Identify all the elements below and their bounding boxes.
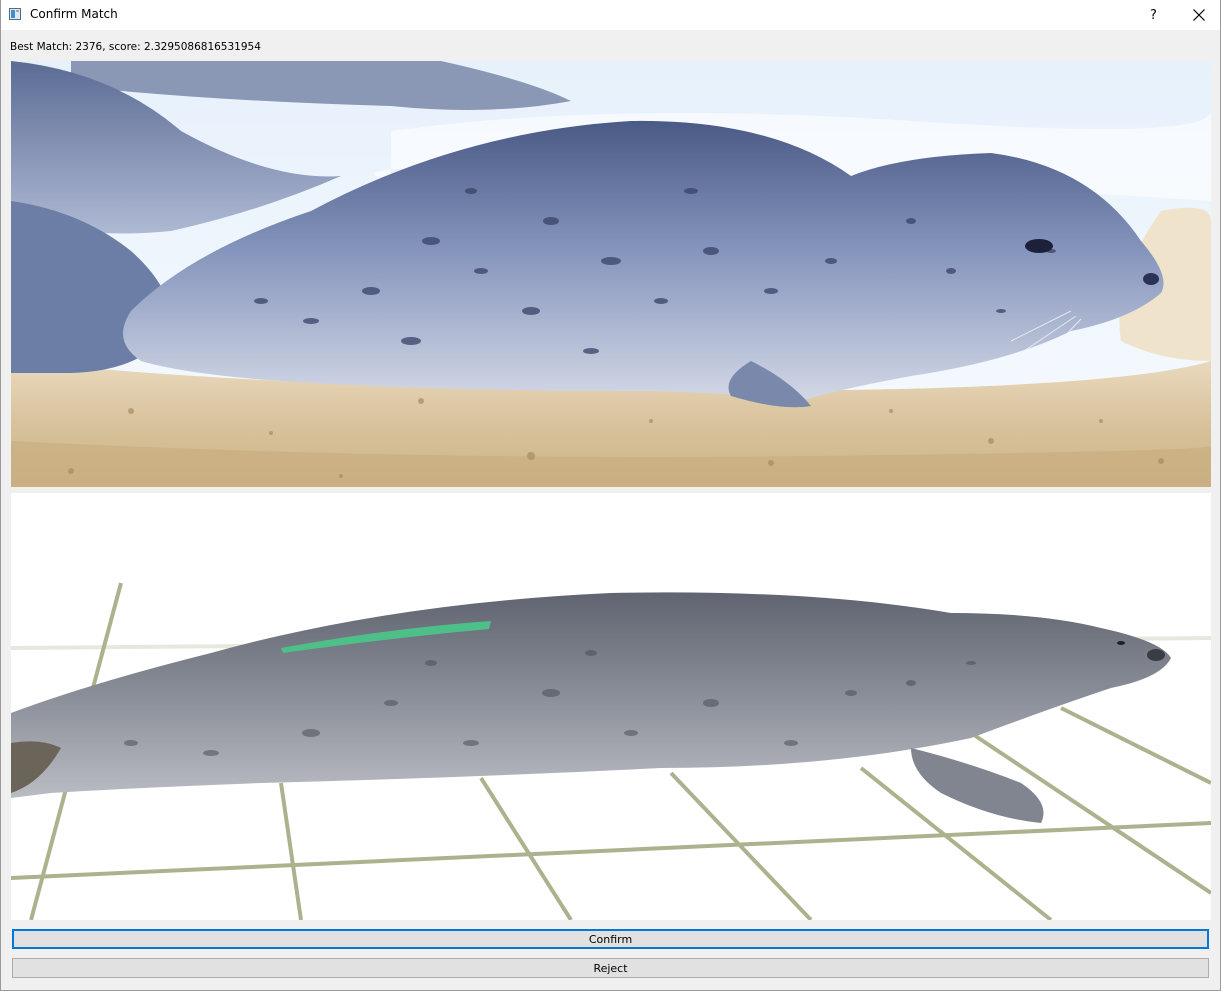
best-match-label: Best Match: 2376, score: 2.3295086816531… <box>10 41 261 53</box>
title-bar: Confirm Match ? <box>0 0 1221 30</box>
app-window-icon <box>9 8 21 20</box>
confirm-button[interactable]: Confirm <box>12 929 1209 949</box>
close-button[interactable] <box>1176 0 1221 30</box>
reject-button[interactable]: Reject <box>12 958 1209 978</box>
help-button[interactable]: ? <box>1131 0 1176 30</box>
close-icon <box>1193 9 1205 21</box>
query-seal-image <box>11 61 1211 487</box>
match-seal-image <box>11 493 1211 920</box>
window-title: Confirm Match <box>30 7 118 21</box>
